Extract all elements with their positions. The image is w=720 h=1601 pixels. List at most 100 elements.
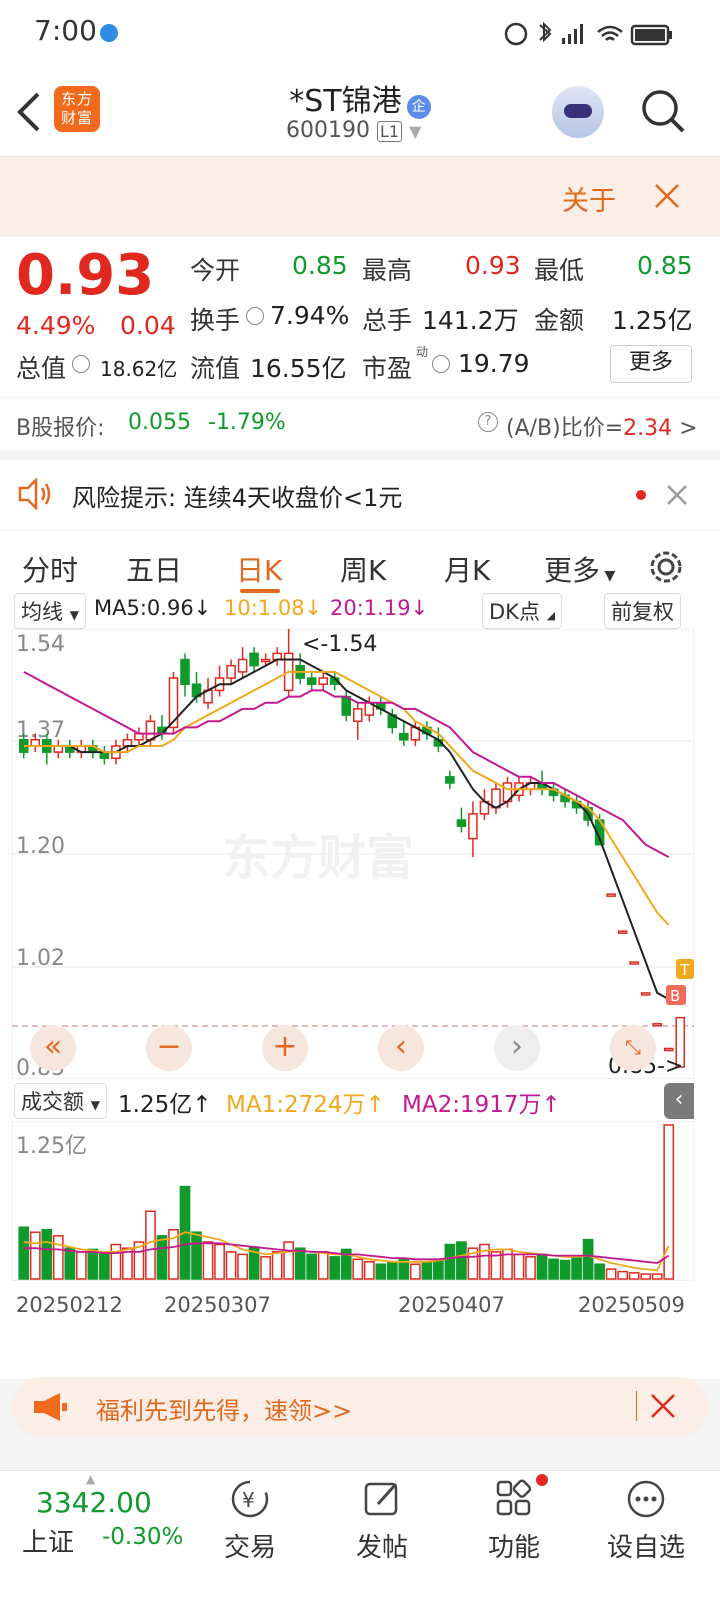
volume-value: 141.2万 xyxy=(422,306,519,335)
tab-weekly-k[interactable]: 周K xyxy=(340,549,386,589)
volume-bar xyxy=(52,1235,64,1280)
ab-ratio-label: (A/B)比价= xyxy=(506,416,624,441)
close-icon[interactable] xyxy=(666,484,688,506)
volume-selector[interactable]: 成交额 ▼ xyxy=(14,1083,107,1119)
mktcap-value: 18.62亿 xyxy=(100,357,178,381)
nav-trade[interactable]: ¥ 交易 xyxy=(190,1478,310,1564)
current-price: 0.93 xyxy=(16,243,155,308)
b-share-change: -1.79% xyxy=(208,410,286,435)
kline-chart[interactable]: 东方财富 1.54 1.37 1.20 1.02 0.85 <-1.54 0.8… xyxy=(12,629,694,1079)
search-icon[interactable] xyxy=(640,88,686,134)
stock-code-row[interactable]: 600190 L1 ▼ xyxy=(286,118,421,143)
volume-bar xyxy=(386,1261,398,1280)
unread-dot xyxy=(636,490,646,500)
dk-point-button[interactable]: DK点 ◢ xyxy=(482,593,563,629)
volume-bar xyxy=(202,1241,214,1280)
volume-bar xyxy=(145,1210,156,1280)
ma-selector-label: 均线 xyxy=(21,600,63,624)
collapse-panel-button[interactable]: ‹ xyxy=(664,1083,694,1119)
nav-functions[interactable]: 功能 xyxy=(454,1474,574,1564)
signal-icon xyxy=(562,38,565,44)
date-axis: 20250212 20250307 20250407 20250509 xyxy=(12,1281,694,1333)
volume-bar xyxy=(317,1251,329,1280)
info-icon[interactable] xyxy=(72,355,90,373)
grid-apps-icon xyxy=(496,1479,532,1516)
volume-chart[interactable]: 1.25亿 xyxy=(12,1121,694,1281)
stock-code: 600190 xyxy=(286,118,370,143)
volume-bar xyxy=(329,1256,341,1280)
candle xyxy=(663,1047,674,1052)
nav-watchlist[interactable]: 设自选 xyxy=(586,1478,706,1564)
fullscreen-icon[interactable]: ⤡ xyxy=(610,1025,656,1071)
chevron-right-icon: > xyxy=(679,416,698,441)
candle xyxy=(445,776,455,784)
ab-ratio-value: 2.34 xyxy=(623,416,673,441)
volume-bar xyxy=(513,1253,525,1280)
help-icon[interactable]: ? xyxy=(478,412,498,432)
volume-bar xyxy=(18,1226,30,1280)
close-icon[interactable] xyxy=(650,1393,676,1419)
zoom-out-button[interactable]: − xyxy=(146,1025,192,1071)
status-icons xyxy=(504,21,672,46)
candle xyxy=(456,819,467,827)
info-icon[interactable] xyxy=(246,307,264,325)
assistant-robot-icon[interactable] xyxy=(552,86,604,138)
volume-bar xyxy=(594,1263,605,1280)
risk-banner[interactable]: 风险提示: 连续4天收盘价<1元 xyxy=(0,460,720,530)
tab-daily-k[interactable]: 日K xyxy=(236,549,282,589)
low-label: 最低 xyxy=(534,256,585,285)
volume-bar xyxy=(294,1247,306,1280)
about-link[interactable]: 关于 xyxy=(562,179,616,218)
info-icon[interactable] xyxy=(432,355,450,373)
promo-text: 福利先到先得，速领>> xyxy=(96,1397,353,1425)
settings-gear-icon[interactable] xyxy=(648,549,684,585)
volume-bar xyxy=(628,1272,640,1280)
tab-intraday[interactable]: 分时 xyxy=(22,549,78,589)
notice-bar: 关于 xyxy=(0,157,720,237)
dk-point-label: DK点 xyxy=(489,600,540,624)
scroll-right-button[interactable]: › xyxy=(494,1025,540,1071)
quote-panel: 0.93 4.49% 0.04 总值 18.62亿 今开 0.85 最高 0.9… xyxy=(0,237,720,397)
ab-ratio[interactable]: (A/B)比价=2.34 > xyxy=(506,410,698,442)
mktcap-label: 总值 xyxy=(16,354,67,383)
kline-panel: 均线 ▼ MA5:0.96↓ 10:1.08↓ 20:1.19↓ DK点 ◢ 前… xyxy=(0,593,720,1379)
candle xyxy=(399,732,409,741)
scroll-left-fast-button[interactable]: « xyxy=(30,1025,76,1071)
scroll-left-button[interactable]: ‹ xyxy=(378,1025,424,1071)
level-badge: L1 xyxy=(376,121,403,142)
adjust-button[interactable]: 前复权 xyxy=(604,593,681,629)
close-icon[interactable] xyxy=(654,183,680,209)
ma-legend-row: 均线 ▼ MA5:0.96↓ 10:1.08↓ 20:1.19↓ DK点 ◢ 前… xyxy=(14,593,714,629)
status-bar: 7:00 xyxy=(0,0,720,66)
volume-bar xyxy=(352,1258,364,1280)
volume-bar xyxy=(409,1263,421,1280)
change-value: 0.04 xyxy=(120,311,176,340)
wifi-icon xyxy=(597,25,623,41)
high-label: 最高 xyxy=(362,256,413,285)
tab-more[interactable]: 更多 ▼ xyxy=(544,549,615,589)
volume-bar xyxy=(571,1256,582,1280)
volume-label: 总手 xyxy=(362,306,413,335)
ma-selector[interactable]: 均线 ▼ xyxy=(14,593,86,629)
candle xyxy=(306,677,317,685)
nav-post[interactable]: 发帖 xyxy=(322,1478,442,1564)
zoom-in-button[interactable]: + xyxy=(262,1025,308,1071)
volume-bar xyxy=(651,1273,663,1280)
divider xyxy=(636,1391,637,1421)
candle xyxy=(237,658,248,673)
volume-bar xyxy=(582,1238,594,1280)
more-button[interactable]: 更多 xyxy=(610,345,692,383)
promo-banner[interactable]: 福利先到先得，速领>> xyxy=(12,1377,708,1437)
volume-bar xyxy=(191,1231,202,1280)
tab-five-day[interactable]: 五日 xyxy=(126,549,182,589)
app-logo[interactable]: 东方财富 xyxy=(54,86,100,132)
volume-bar xyxy=(306,1253,318,1280)
change-pct: 4.49% xyxy=(16,311,96,340)
back-icon[interactable] xyxy=(14,90,44,134)
volume-bar xyxy=(456,1241,467,1280)
tab-monthly-k[interactable]: 月K xyxy=(444,549,490,589)
b-share-price: 0.055 xyxy=(128,410,191,435)
stock-title: *ST锦港 xyxy=(289,84,402,119)
ma20-legend: 20:1.19↓ xyxy=(330,596,429,620)
chevron-up-icon: ▲ xyxy=(86,1472,96,1486)
